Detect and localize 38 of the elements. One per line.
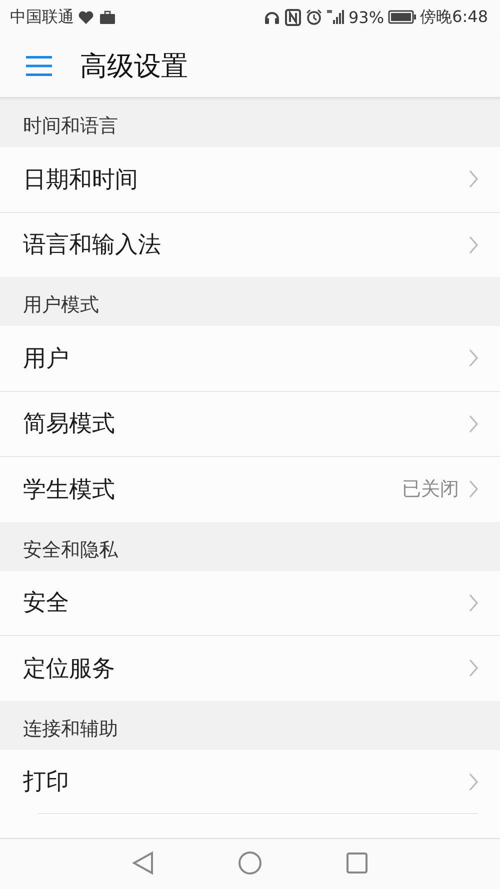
row-label: 学生模式: [23, 476, 116, 505]
headphones-icon: [264, 9, 280, 25]
chevron-icon: [469, 772, 478, 791]
home-button[interactable]: [238, 850, 262, 878]
clock-time: 傍晚6:48: [420, 6, 488, 28]
row-value: 已关闭: [402, 477, 459, 502]
row-label: 日期和时间: [23, 166, 139, 195]
chevron-icon: [469, 594, 478, 612]
chevron-icon: [469, 236, 478, 254]
page-title: 高级设置: [80, 50, 188, 84]
settings-row[interactable]: 安全: [0, 570, 500, 636]
chevron-icon: [469, 170, 478, 188]
row-label: 安全: [23, 589, 70, 618]
signal-icon: [326, 9, 344, 25]
back-button[interactable]: [132, 850, 154, 878]
section-header: 用户模式: [23, 293, 99, 318]
alarm-icon: [306, 9, 322, 25]
row-label: 简易模式: [23, 410, 116, 440]
chevron-icon: [469, 480, 478, 498]
row-label: 语言和输入法: [23, 231, 162, 260]
row-label: 定位服务: [23, 654, 116, 684]
briefcase-icon: [99, 10, 116, 24]
heart-icon: [78, 10, 94, 24]
carrier-name: 中国联通: [10, 6, 74, 28]
section-header: 连接和辅助: [23, 716, 118, 742]
section-header: 时间和语言: [23, 114, 118, 139]
battery-level: 93%: [348, 8, 384, 26]
menu-button[interactable]: [26, 56, 52, 76]
row-label: 用户: [23, 344, 70, 374]
row-label: 打印: [23, 768, 70, 798]
recents-button[interactable]: [346, 852, 368, 876]
chevron-icon: [469, 349, 478, 368]
settings-row[interactable]: 简易模式: [0, 392, 500, 457]
battery-icon: [388, 10, 416, 24]
chevron-icon: [469, 414, 478, 433]
nfc-icon: [284, 8, 300, 26]
chevron-icon: [469, 659, 478, 678]
section-header: 安全和隐私: [23, 538, 118, 562]
